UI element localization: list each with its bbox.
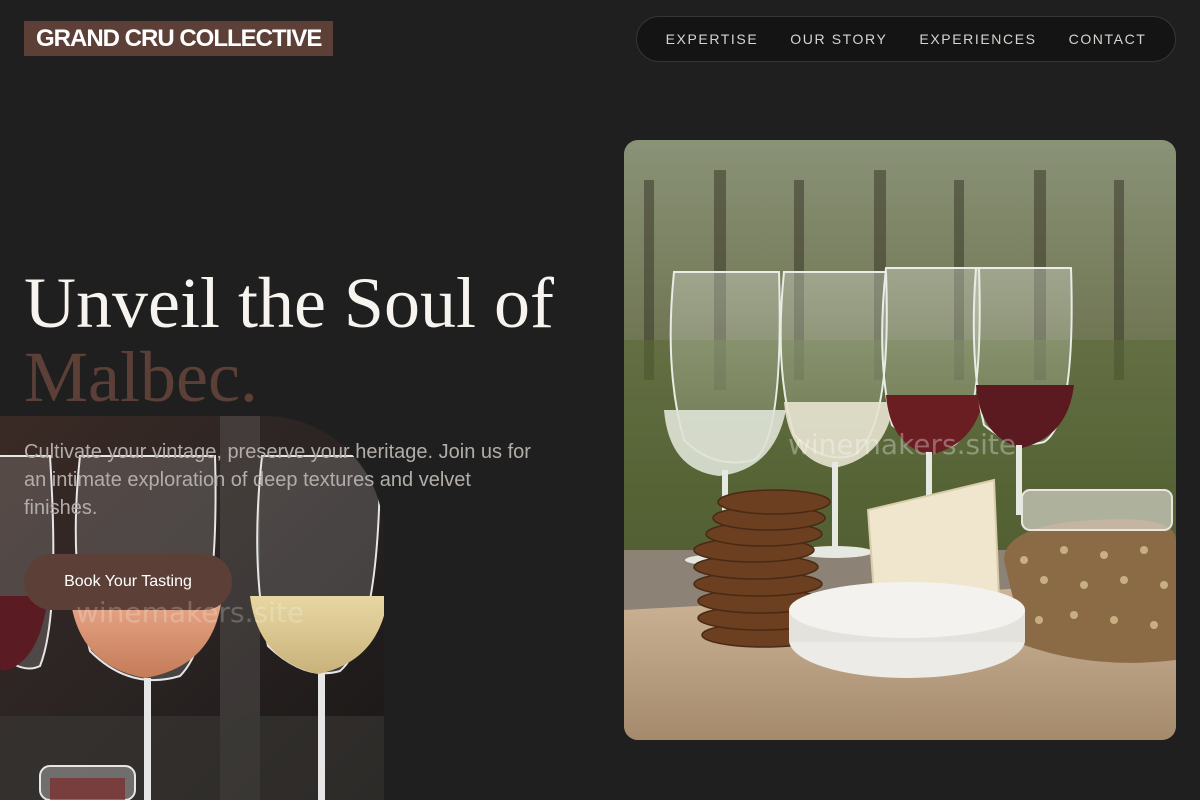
hero-subtext: Cultivate your vintage, preserve your he…: [24, 441, 531, 519]
nav-item-our-story[interactable]: OUR STORY: [790, 31, 887, 47]
main-nav: EXPERTISE OUR STORY EXPERIENCES CONTACT: [636, 16, 1176, 62]
hero-headline: Unveil the Soul of Malbec.: [24, 266, 554, 414]
nav-item-experiences[interactable]: EXPERIENCES: [919, 31, 1036, 47]
hero-headline-line1: Unveil the Soul of: [24, 263, 554, 343]
nav-item-contact[interactable]: CONTACT: [1069, 31, 1147, 47]
watermark-left: winemakers.site: [76, 596, 305, 629]
hero-headline-accent: Malbec.: [24, 337, 258, 417]
brand-logo[interactable]: GRAND CRU COLLECTIVE: [24, 21, 334, 56]
watermark-right: winemakers.site: [788, 428, 1017, 461]
nav-item-expertise[interactable]: EXPERTISE: [666, 31, 759, 47]
